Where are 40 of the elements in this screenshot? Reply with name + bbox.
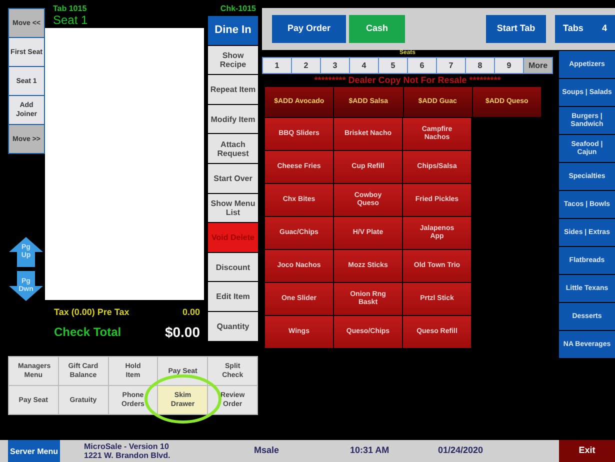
exit-button[interactable]: Exit (559, 440, 615, 462)
seat-button[interactable]: 3 (321, 58, 349, 73)
function-button[interactable]: Start Over (208, 164, 258, 193)
function-button[interactable]: Discount (208, 252, 258, 282)
seat-button[interactable]: 9 (495, 58, 523, 73)
seat-button[interactable]: 7 (437, 58, 465, 73)
user-name: Msale (254, 444, 280, 458)
server-menu-button[interactable]: Server Menu (8, 440, 60, 462)
seat-title: Seat 1 (52, 14, 89, 27)
function-button[interactable]: Repeat Item (208, 75, 258, 104)
check-total-value: $0.00 (164, 322, 200, 342)
tax-value: 0.00 (182, 306, 200, 319)
current-date: 01/24/2020 (438, 444, 484, 458)
check-number: Chk-1015 (220, 4, 256, 14)
function-button[interactable]: Show Recipe (208, 46, 258, 74)
seat-button[interactable]: 5 (379, 58, 407, 73)
check-total-label: Check Total (54, 324, 122, 341)
function-button[interactable]: Modify Item (208, 104, 258, 134)
seat-button[interactable]: 6 (408, 58, 436, 73)
top-button[interactable]: Start Tab (486, 15, 546, 43)
function-button[interactable]: Edit Item (208, 282, 258, 311)
down-arrow-icon (8, 270, 44, 302)
seat-button[interactable]: 8 (466, 58, 494, 73)
tax-label: Tax (0.00) Pre Tax (54, 306, 130, 319)
clock-time: 10:31 AM (350, 444, 390, 458)
tab-number: Tab 1015 (53, 4, 87, 14)
tabs-button[interactable]: Tabs 4 (555, 15, 615, 43)
seat-button[interactable]: More (524, 58, 552, 73)
top-button[interactable]: Pay Order (272, 15, 346, 43)
seat-button[interactable]: 4 (350, 58, 378, 73)
version-text: MicroSale - Version 10 (84, 442, 170, 451)
seat-button[interactable]: 1 (263, 58, 291, 73)
address-text: 1221 W. Brandon Blvd. (84, 451, 172, 460)
up-arrow-icon (8, 236, 44, 268)
function-button[interactable]: Attach Request (208, 134, 258, 163)
seat-button[interactable]: 2 (292, 58, 320, 73)
function-button[interactable]: Quantity (208, 312, 258, 341)
function-button[interactable]: Dine In (208, 16, 258, 45)
dealer-notice: ********* Dealer Copy Not For Resale ********* (313, 74, 502, 86)
function-button[interactable]: Show Menu List (208, 194, 258, 222)
